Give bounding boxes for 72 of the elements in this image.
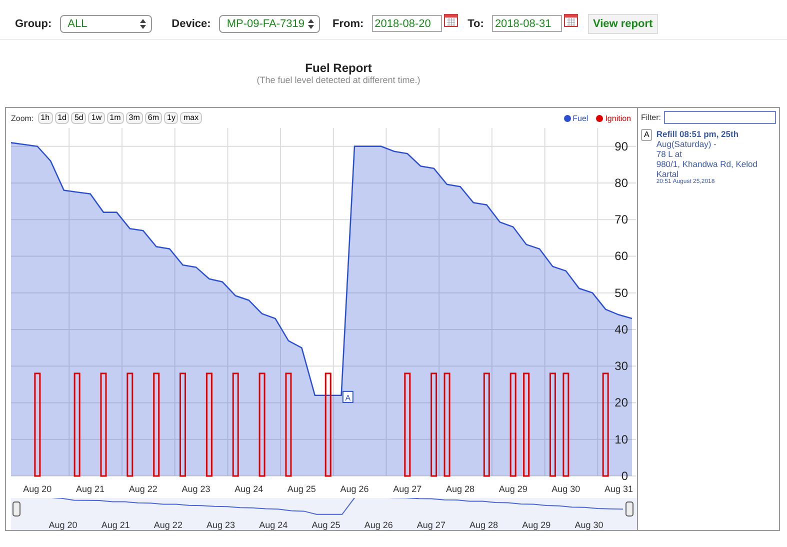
from-date-field[interactable]: 2018-08-20 <box>372 15 442 32</box>
x-axis-label: Aug 23 <box>182 484 210 494</box>
x-axis-label: Aug 25 <box>287 484 316 494</box>
to-date-field[interactable]: 2018-08-31 <box>492 15 562 32</box>
x-axis-label: Aug 20 <box>23 484 52 494</box>
zoom-button[interactable]: 6m <box>144 112 162 124</box>
y-tick-label: 0 <box>621 469 628 483</box>
navigator-label: Aug 26 <box>364 520 393 530</box>
x-axis-label: Aug 31 <box>604 484 634 494</box>
x-axis-label: Aug 24 <box>234 484 264 494</box>
legend-item[interactable]: Fuel <box>564 114 588 122</box>
zoom-button[interactable]: 1h <box>38 112 53 124</box>
navigator-label: Aug 30 <box>574 520 604 530</box>
x-axis-label: Aug 21 <box>76 484 105 494</box>
updown-icon <box>140 18 146 28</box>
y-tick-label: 80 <box>614 176 628 190</box>
navigator-label: Aug 29 <box>522 520 551 530</box>
x-axis-label: Aug 27 <box>393 484 422 494</box>
zoom-button[interactable]: 1m <box>106 112 124 124</box>
x-axis-label: Aug 28 <box>446 484 474 494</box>
zoom-button[interactable]: 3m <box>126 112 143 124</box>
y-tick-label: 70 <box>614 212 628 227</box>
calendar-icon[interactable] <box>564 14 578 27</box>
zoom-button[interactable]: 1d <box>54 112 70 124</box>
device-select[interactable]: MP-09-FA-7319 <box>218 14 320 32</box>
y-tick-label: 20 <box>614 396 628 410</box>
zoom-label: Zoom: <box>11 114 34 122</box>
navigator-label: Aug 22 <box>154 520 182 530</box>
zoom-button[interactable]: 1y <box>164 112 178 124</box>
event-marker[interactable]: A <box>641 129 652 141</box>
calendar-icon[interactable] <box>444 14 458 27</box>
navigator-label: Aug 21 <box>101 520 130 530</box>
x-axis-label: Aug 26 <box>340 484 369 494</box>
zoom-button[interactable]: max <box>180 112 202 124</box>
to-label: To: <box>468 18 484 30</box>
navigator-bar[interactable]: Aug 20 Aug 21 Aug 22 Aug 23 Aug 24 Aug 25 Aug 26 Aug 27 Aug 28 Aug 29 Aug 30 <box>11 498 637 530</box>
x-axis-label: Aug 30 <box>552 484 580 494</box>
navigator-label: Aug 27 <box>416 520 446 530</box>
navigator-label: Aug 24 <box>259 520 288 530</box>
event-text: Refill 08:51 pm, 25th <box>656 129 740 139</box>
legend-item[interactable]: Ignition <box>596 114 631 122</box>
y-tick-label: 10 <box>614 432 628 446</box>
y-tick-label: 40 <box>614 322 628 336</box>
event-text: 980/1, Khandwa Rd, Kelod <box>656 159 758 169</box>
filter-field[interactable] <box>664 111 776 124</box>
updown-icon <box>308 18 314 28</box>
y-tick-label: 90 <box>614 139 628 154</box>
navigator-label: Aug 28 <box>470 520 498 530</box>
event-text: Kartal <box>656 169 679 179</box>
x-axis-label: Aug 29 <box>498 484 528 494</box>
event-text: 78 L at <box>656 149 684 159</box>
report-title: Fuel Report <box>304 61 373 75</box>
navigator-label: Aug 23 <box>206 520 236 530</box>
x-axis-label: Aug 22 <box>128 484 158 494</box>
y-tick-label: 30 <box>614 359 628 374</box>
device-label: Device: <box>172 18 211 30</box>
zoom-button[interactable]: 5d <box>71 112 86 124</box>
zoom-button[interactable]: 1w <box>88 112 105 124</box>
from-label: From: <box>332 18 364 30</box>
event-text: Aug(Saturday) - <box>656 139 718 149</box>
y-tick-label: 60 <box>614 249 628 264</box>
group-label: Group: <box>15 18 52 30</box>
view-report-button[interactable]: View report <box>588 14 658 34</box>
group-select[interactable]: ALL <box>60 14 152 32</box>
y-tick-label: 50 <box>614 286 628 300</box>
filter-label: Filter: <box>641 113 661 122</box>
range-handle[interactable] <box>12 502 20 516</box>
navigator-label: Aug 20 <box>48 520 78 530</box>
report-subtitle: (The fuel level detected at different time.) <box>256 75 422 85</box>
range-handle[interactable] <box>626 502 634 516</box>
navigator-label: Aug 25 <box>312 520 340 530</box>
annotation-flag[interactable]: A <box>342 390 354 403</box>
